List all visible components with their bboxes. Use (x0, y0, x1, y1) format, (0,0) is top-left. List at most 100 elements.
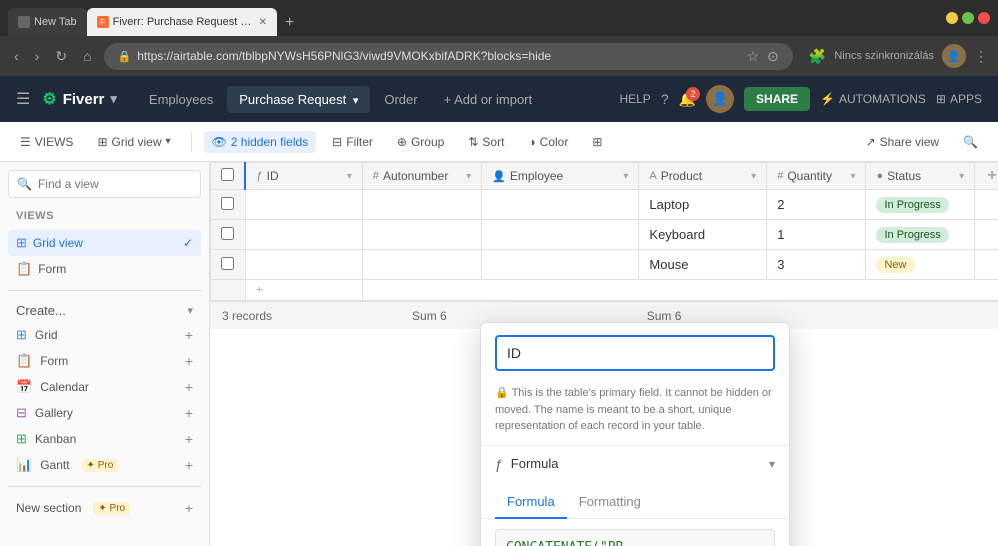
field-name-input[interactable] (495, 335, 775, 371)
notification-bell[interactable]: 🔔 2 (679, 91, 696, 108)
add-gantt-icon[interactable]: + (185, 457, 193, 473)
add-icon: + (444, 92, 452, 107)
header-tab-order[interactable]: Order (372, 86, 429, 113)
formula-tab[interactable]: Formula (495, 486, 567, 519)
reload-button[interactable]: ↻ (51, 44, 71, 69)
col-header-autonumber[interactable]: # Autonumber ▾ (362, 163, 481, 190)
add-section-icon[interactable]: + (185, 500, 193, 516)
add-column-button[interactable]: + (975, 163, 998, 190)
group-button[interactable]: ⊕ Group (389, 131, 452, 153)
new-tab-button[interactable]: + (277, 10, 302, 36)
question-icon[interactable]: ? (661, 91, 669, 107)
minimize-button[interactable]: — (946, 12, 958, 24)
row-3-autonumber[interactable] (362, 250, 481, 280)
row-2-checkbox[interactable] (221, 227, 234, 240)
row-3-checkbox-cell[interactable] (211, 250, 246, 280)
grid-view-button[interactable]: ⊞ Grid view ▾ (89, 131, 178, 153)
col-header-quantity[interactable]: # Quantity ▾ (767, 163, 866, 190)
filter-button[interactable]: ⊟ Filter (324, 131, 381, 153)
row-1-checkbox[interactable] (221, 197, 234, 210)
create-grid-item[interactable]: ⊞ Grid + (8, 322, 201, 348)
type-selector[interactable]: ƒ Formula ▾ (481, 446, 789, 482)
create-gantt-item[interactable]: 📊 Gantt ✦ Pro + (8, 452, 201, 478)
forward-button[interactable]: › (31, 44, 44, 68)
sidebar-item-form-view[interactable]: 📋 Form (8, 256, 201, 282)
add-kanban-icon[interactable]: + (185, 431, 193, 447)
add-row-button[interactable]: + (245, 280, 362, 301)
search-button[interactable]: 🔍 (955, 131, 986, 153)
formatting-tab[interactable]: Formatting (567, 486, 653, 519)
checkbox-header-cell[interactable] (211, 163, 246, 190)
create-section-header[interactable]: Create... ▾ (8, 299, 201, 322)
create-kanban-item[interactable]: ⊞ Kanban + (8, 426, 201, 452)
views-toggle[interactable]: ☰ VIEWS (12, 131, 81, 153)
menu-icon[interactable]: ⋮ (974, 48, 988, 65)
create-gallery-item[interactable]: ⊟ Gallery + (8, 400, 201, 426)
add-form-icon[interactable]: + (185, 353, 193, 369)
row-3-product[interactable]: Mouse (639, 250, 767, 280)
density-button[interactable]: ⊞ (584, 131, 610, 153)
row-1-product[interactable]: Laptop (639, 190, 767, 220)
col-header-status[interactable]: ● Status ▾ (866, 163, 975, 190)
find-view-search[interactable]: 🔍 (8, 170, 201, 198)
row-2-employee[interactable] (482, 220, 639, 250)
star-icon[interactable]: ☆ (747, 48, 760, 65)
user-avatar[interactable]: 👤 (706, 85, 734, 113)
add-grid-icon[interactable]: + (185, 327, 193, 343)
hamburger-icon[interactable]: ☰ (16, 89, 30, 109)
row-3-id[interactable] (245, 250, 362, 280)
header-tab-purchase-request[interactable]: Purchase Request ▾ (227, 86, 370, 113)
col-header-id[interactable]: ƒ ID ▾ (245, 163, 362, 190)
row-1-employee[interactable] (482, 190, 639, 220)
row-1-autonumber[interactable] (362, 190, 481, 220)
bookmark-icon[interactable]: ⊙ (767, 48, 779, 65)
filter-label: Filter (346, 135, 373, 149)
add-row[interactable]: + (211, 280, 998, 301)
help-link[interactable]: HELP (619, 92, 650, 106)
row-3-quantity[interactable]: 3 (767, 250, 866, 280)
color-button[interactable]: ◑ Color (520, 131, 576, 153)
automations-button[interactable]: ⚡ AUTOMATIONS (820, 92, 926, 106)
browser-tab-active[interactable]: F Fiverr: Purchase Request - Airtab... ✕ (87, 8, 277, 36)
close-button[interactable]: ✕ (978, 12, 990, 24)
home-button[interactable]: ⌂ (79, 44, 95, 68)
apps-button[interactable]: ⊞ APPS (936, 92, 982, 106)
address-bar[interactable]: 🔒 https://airtable.com/tblbpNYWsH56PNlG3… (104, 43, 793, 70)
new-section-item[interactable]: New section ✦ Pro + (8, 495, 201, 521)
row-3-checkbox[interactable] (221, 257, 234, 270)
row-3-employee[interactable] (482, 250, 639, 280)
add-gallery-icon[interactable]: + (185, 405, 193, 421)
maximize-button[interactable]: □ (962, 12, 974, 24)
row-2-quantity[interactable]: 1 (767, 220, 866, 250)
row-2-checkbox-cell[interactable] (211, 220, 246, 250)
type-chevron-icon: ▾ (769, 457, 775, 471)
sort-button[interactable]: ⇅ Sort (460, 131, 512, 153)
col-header-employee[interactable]: 👤 Employee ▾ (482, 163, 639, 190)
find-view-input[interactable] (38, 177, 193, 191)
row-2-autonumber[interactable] (362, 220, 481, 250)
add-calendar-icon[interactable]: + (185, 379, 193, 395)
select-all-checkbox[interactable] (221, 168, 234, 181)
profile-avatar[interactable]: 👤 (942, 44, 966, 68)
hidden-fields-button[interactable]: 👁 2 hidden fields (204, 131, 317, 153)
row-2-id[interactable] (245, 220, 362, 250)
employee-col-dropdown-icon: ▾ (623, 171, 628, 182)
main-content: 🔍 VIEWS ⊞ Grid view ✓ 📋 Form Create... ▾ (0, 162, 998, 546)
share-view-button[interactable]: ↗ Share view (858, 131, 947, 153)
sidebar-item-grid-view[interactable]: ⊞ Grid view ✓ (8, 230, 201, 256)
share-button[interactable]: SHARE (744, 87, 810, 111)
tab-close-btn[interactable]: ✕ (259, 17, 267, 28)
row-1-id[interactable] (245, 190, 362, 220)
back-button[interactable]: ‹ (10, 44, 23, 68)
col-header-product[interactable]: A Product ▾ (639, 163, 767, 190)
row-1-checkbox-cell[interactable] (211, 190, 246, 220)
header-tab-add-import[interactable]: + Add or import (432, 86, 545, 113)
row-2-product[interactable]: Keyboard (639, 220, 767, 250)
create-form-item[interactable]: 📋 Form + (8, 348, 201, 374)
header-tab-employees[interactable]: Employees (137, 86, 225, 113)
extensions-icon[interactable]: 🧩 (809, 48, 826, 65)
autonumber-col-dropdown-icon: ▾ (466, 171, 471, 182)
create-calendar-item[interactable]: 📅 Calendar + (8, 374, 201, 400)
formula-editor[interactable]: CONCATENATE("PR-",Autonumber,"/",YEAR(TO… (495, 529, 775, 546)
row-1-quantity[interactable]: 2 (767, 190, 866, 220)
